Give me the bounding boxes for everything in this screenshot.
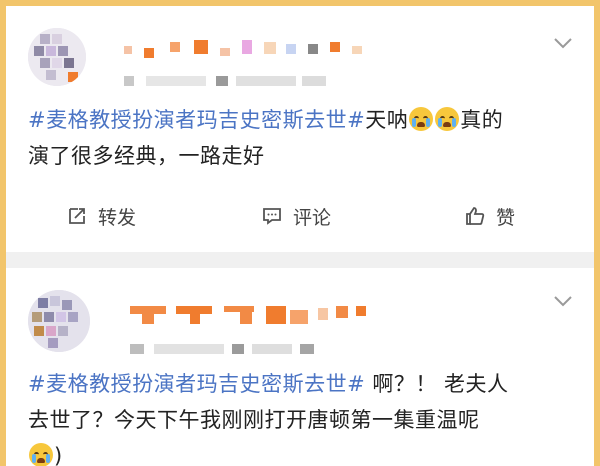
crying-emoji-icon (409, 107, 434, 131)
chevron-down-icon[interactable] (552, 32, 574, 54)
like-button[interactable]: 赞 (464, 196, 515, 236)
hashtag-link[interactable]: #麦格教授扮演者玛吉史密斯去世# (28, 372, 365, 396)
crying-emoji-icon (29, 443, 53, 466)
hashtag-link[interactable]: #麦格教授扮演者玛吉史密斯去世# (28, 108, 365, 132)
post-meta-blurred (124, 72, 334, 88)
comment-icon (263, 208, 281, 225)
avatar[interactable] (28, 290, 90, 352)
post-actions: 转发 评论 赞 (6, 196, 594, 236)
thumbs-up-icon (466, 207, 485, 225)
post-card: #麦格教授扮演者玛吉史密斯去世# 啊？！ 老夫人 去世了？今天下午我刚刚打开唐顿… (6, 268, 594, 466)
post-text: #麦格教授扮演者玛吉史密斯去世#天呐 真的 演了很多经典，一路走好 (28, 107, 504, 168)
comment-button[interactable]: 评论 (261, 196, 331, 236)
repost-icon (69, 208, 85, 224)
crying-emoji-icon (435, 107, 460, 131)
repost-button[interactable]: 转发 (66, 196, 136, 236)
post-meta-blurred (130, 340, 350, 356)
avatar[interactable] (28, 28, 86, 86)
chevron-down-icon[interactable] (552, 290, 574, 312)
post-card: #麦格教授扮演者玛吉史密斯去世#天呐真的 演了很多经典，一路走好 转发 评论 (6, 6, 594, 252)
feed: #麦格教授扮演者玛吉史密斯去世#天呐真的 演了很多经典，一路走好 转发 评论 (6, 6, 594, 466)
username-blurred[interactable] (130, 306, 380, 324)
username-blurred[interactable] (124, 40, 384, 58)
post-text: #麦格教授扮演者玛吉史密斯去世# 啊？！ 老夫人 去世了？今天下午我刚刚打开唐顿… (28, 372, 509, 466)
